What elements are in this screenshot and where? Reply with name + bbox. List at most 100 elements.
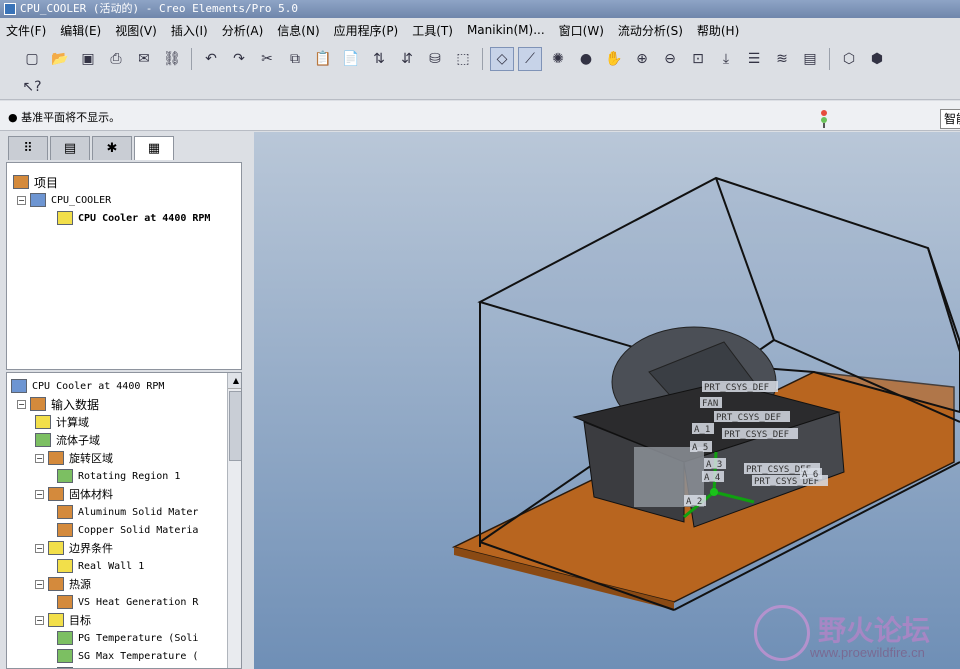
find-icon[interactable]: ⛁	[423, 47, 447, 71]
tab-favorites[interactable]: ✱	[92, 136, 132, 160]
flow-tree-item[interactable]: Aluminum Solid Mater	[57, 503, 198, 521]
status-light-icon	[818, 109, 830, 129]
datum-axis-toggle-icon[interactable]: ⟋	[518, 46, 542, 71]
datum-label[interactable]: A_2	[686, 497, 702, 507]
tab-model-tree[interactable]: ⠿	[8, 136, 48, 160]
collapse-icon[interactable]: −	[35, 615, 44, 625]
datum-label[interactable]: A_6	[802, 470, 818, 480]
menu-insert[interactable]: 插入(I)	[171, 22, 208, 39]
menu-tools[interactable]: 工具(T)	[412, 22, 453, 39]
datum-label[interactable]: PRT_CSYS_DEF	[724, 430, 789, 440]
undo-icon[interactable]: ↶	[199, 47, 223, 71]
send-mail-icon[interactable]: ✉	[132, 47, 156, 71]
flow-tree-item[interactable]: − 热源	[35, 575, 91, 593]
feature-icon	[48, 487, 64, 501]
save-icon[interactable]: ▣	[76, 47, 100, 71]
redo-icon[interactable]: ↷	[227, 47, 251, 71]
panel-splitter[interactable]	[246, 132, 254, 669]
datum-label[interactable]: PRT_CSYS_DEF	[716, 413, 781, 423]
graphics-viewport[interactable]: PRT_CSYS_DEF FAN PRT_CSYS_DEF A_1 PRT_CSYS_D…	[254, 132, 960, 669]
hidden-line-icon[interactable]: ⬢	[865, 47, 889, 71]
context-help-icon[interactable]: ↖?	[20, 75, 44, 99]
tab-folder-browser[interactable]: ▤	[50, 136, 90, 160]
tree-item-study[interactable]: CPU Cooler at 4400 RPM	[57, 209, 210, 227]
feature-icon	[48, 451, 64, 465]
datum-label[interactable]: A_1	[694, 425, 710, 435]
datum-label[interactable]: A_3	[706, 460, 722, 470]
zoom-in-icon[interactable]: ⊕	[630, 47, 654, 71]
open-folder-icon[interactable]: 📂	[48, 47, 72, 71]
flow-tree-item[interactable]: 计算域	[35, 413, 89, 431]
datum-label[interactable]: PRT_CSYS_DEF	[704, 383, 769, 393]
menu-help[interactable]: 帮助(H)	[697, 22, 739, 39]
flow-tree-item[interactable]: SG Max Temperature (	[57, 647, 198, 665]
menu-manikin[interactable]: Manikin(M)...	[467, 23, 545, 37]
tree-item-project[interactable]: 项目	[13, 173, 58, 191]
shading-sphere-icon[interactable]: ●	[574, 47, 598, 71]
watermark-url: www.proewildfire.cn	[810, 645, 925, 660]
menu-edit[interactable]: 编辑(E)	[60, 22, 101, 39]
tree-item-assembly[interactable]: − CPU_COOLER	[17, 191, 111, 209]
toolbar-separator	[829, 47, 830, 70]
collapse-icon[interactable]: −	[35, 543, 44, 553]
select-box-icon[interactable]: ⬚	[451, 47, 475, 71]
flow-tree-item[interactable]: VS Heat Generation R	[57, 593, 198, 611]
scroll-thumb[interactable]	[229, 391, 241, 461]
flow-tree-item[interactable]: PG Temperature (Soli	[57, 629, 198, 647]
datum-label[interactable]: A_4	[704, 473, 720, 483]
flow-tree-item[interactable]: − 固体材料	[35, 485, 113, 503]
flow-tree-item[interactable]: Real Wall 1	[57, 557, 144, 575]
collapse-icon[interactable]: −	[35, 489, 44, 499]
view-manager-icon[interactable]: ▤	[798, 47, 822, 71]
regen-manager-icon[interactable]: ⇵	[395, 47, 419, 71]
wireframe-icon[interactable]: ⬡	[837, 47, 861, 71]
menu-file[interactable]: 文件(F)	[6, 22, 46, 39]
datum-label[interactable]: A_5	[692, 443, 708, 453]
feature-icon	[57, 505, 73, 519]
paste-icon[interactable]: 📋	[311, 47, 335, 71]
collapse-icon[interactable]: −	[17, 195, 26, 205]
collapse-icon[interactable]: −	[35, 453, 44, 463]
reorient-icon[interactable]: ⤓	[714, 47, 738, 71]
menu-applications[interactable]: 应用程序(P)	[334, 22, 399, 39]
flow-tree-item[interactable]: SG Mass Flow Rate 1	[57, 665, 192, 668]
flow-tree-root[interactable]: CPU Cooler at 4400 RPM	[11, 377, 164, 395]
zoom-out-icon[interactable]: ⊖	[658, 47, 682, 71]
model-tree-panel: 项目 − CPU_COOLER CPU Cooler at 4400 RPM	[6, 162, 242, 370]
flow-tree-item[interactable]: − 目标	[35, 611, 91, 629]
new-file-icon[interactable]: ▢	[20, 47, 44, 71]
flow-tree-item[interactable]: − 边界条件	[35, 539, 113, 557]
regenerate-icon[interactable]: ⇅	[367, 47, 391, 71]
cut-icon[interactable]: ✂	[255, 47, 279, 71]
copy-icon[interactable]: ⧉	[283, 47, 307, 71]
flow-tree-item-label: VS Heat Generation R	[78, 596, 199, 608]
paste-special-icon[interactable]: 📄	[339, 47, 363, 71]
pan-hand-icon[interactable]: ✋	[602, 47, 626, 71]
link-icon[interactable]: ⛓	[160, 47, 184, 71]
flow-tree-item[interactable]: 流体子域	[35, 431, 100, 449]
print-icon[interactable]: ⎙	[104, 47, 128, 71]
flow-tree-item[interactable]: Copper Solid Materia	[57, 521, 198, 539]
datum-label[interactable]: FAN	[702, 399, 718, 409]
spin-center-icon[interactable]: ✺	[546, 47, 570, 71]
flow-tree-item[interactable]: − 旋转区域	[35, 449, 113, 467]
flow-tree-item-label: SG Max Temperature (	[78, 650, 199, 662]
flow-tree-input[interactable]: − 输入数据	[17, 395, 99, 413]
smart-filter-select[interactable]: 智能	[940, 109, 960, 129]
collapse-icon[interactable]: −	[35, 579, 44, 589]
refit-icon[interactable]: ⊡	[686, 47, 710, 71]
menu-analysis[interactable]: 分析(A)	[222, 22, 264, 39]
scroll-up-icon[interactable]: ▲	[228, 373, 241, 389]
saved-views-icon[interactable]: ☰	[742, 47, 766, 71]
menu-info[interactable]: 信息(N)	[277, 22, 319, 39]
datum-plane-toggle-icon[interactable]: ◇	[490, 46, 514, 71]
feature-icon	[57, 631, 73, 645]
collapse-icon[interactable]: −	[17, 399, 26, 409]
tab-flow-analysis-tree[interactable]: ▦	[134, 136, 174, 160]
layers-icon[interactable]: ≋	[770, 47, 794, 71]
menu-view[interactable]: 视图(V)	[115, 22, 157, 39]
flow-tree-scrollbar[interactable]: ▲	[227, 373, 241, 668]
flow-tree-item[interactable]: Rotating Region 1	[57, 467, 180, 485]
menu-flow-analysis[interactable]: 流动分析(S)	[618, 22, 683, 39]
menu-window[interactable]: 窗口(W)	[559, 22, 604, 39]
